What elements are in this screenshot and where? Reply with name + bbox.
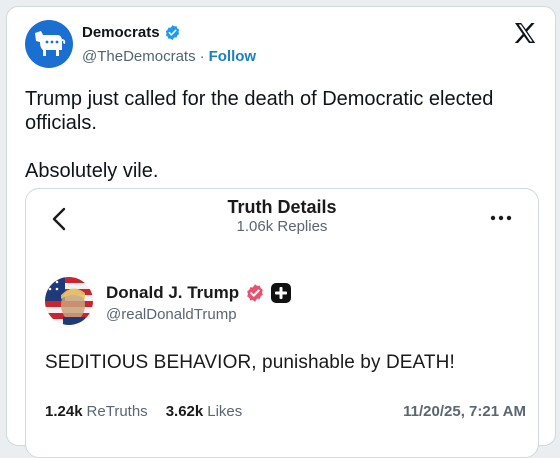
more-options-icon xyxy=(490,215,512,221)
truth-post-text: SEDITIOUS BEHAVIOR, punishable by DEATH! xyxy=(45,352,455,373)
author-handle[interactable]: @TheDemocrats xyxy=(82,48,196,65)
tweet-text-line: Absolutely vile. xyxy=(25,160,159,182)
democrats-logo-icon[interactable] xyxy=(25,20,73,68)
trump-avatar xyxy=(45,277,93,325)
verified-badge-icon xyxy=(165,25,179,40)
add-icon xyxy=(271,283,292,303)
follow-button[interactable]: Follow xyxy=(209,48,257,65)
retruths-count: 1.24k xyxy=(45,403,83,420)
tweet-text: Trump just called for the death of Democ… xyxy=(25,87,525,183)
tweet-card[interactable]: Democrats @TheDemocrats · Follow Trump j… xyxy=(6,6,556,458)
engagement-stats: 1.24k ReTruths 3.62k Likes xyxy=(45,403,242,420)
retruths-label: ReTruths xyxy=(86,403,148,420)
replies-count: 1.06k Replies xyxy=(236,218,328,235)
trump-author-name: Donald J. Trump xyxy=(106,283,240,302)
likes-label: Likes xyxy=(207,403,243,420)
truth-verified-icon xyxy=(247,284,264,302)
likes-count: 3.62k xyxy=(165,403,204,420)
tweet-text-line: Trump just called for the death of Democ… xyxy=(25,88,494,134)
separator-dot: · xyxy=(199,48,205,65)
post-timestamp: 11/20/25, 7:21 AM xyxy=(403,403,526,420)
embedded-screenshot[interactable]: Truth Details 1.06k Replies Donald J. Tr… xyxy=(25,188,539,458)
author-name[interactable]: Democrats xyxy=(82,24,160,41)
trump-author-handle: @realDonaldTrump xyxy=(106,306,237,323)
truth-details-title: Truth Details xyxy=(227,197,337,217)
x-logo-icon[interactable] xyxy=(513,21,537,45)
